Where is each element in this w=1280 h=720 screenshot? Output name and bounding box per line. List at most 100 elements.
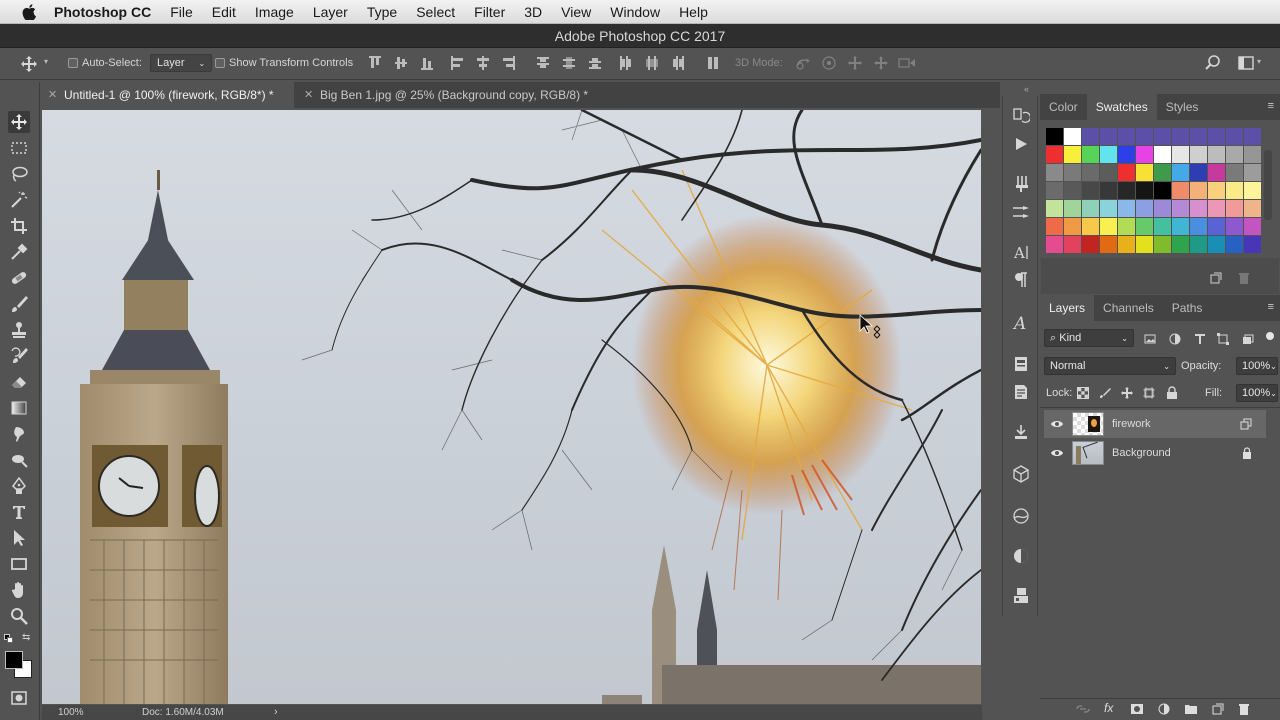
healing-brush-tool[interactable]	[8, 267, 30, 289]
actions-panel-icon[interactable]	[1011, 134, 1031, 154]
menu-view[interactable]: View	[561, 4, 591, 20]
distribute-left-icon[interactable]	[618, 55, 632, 71]
color-swatch[interactable]	[1118, 146, 1135, 163]
collapse-panel-icon[interactable]: «	[1024, 84, 1029, 94]
color-swatch[interactable]	[1118, 182, 1135, 199]
color-swatch[interactable]	[1064, 128, 1081, 145]
auto-select-checkbox[interactable]: Auto-Select:	[68, 57, 142, 69]
color-swatch[interactable]	[1046, 236, 1063, 253]
panel-menu-icon[interactable]: ≡	[1268, 301, 1274, 313]
auto-select-dropdown[interactable]: Layer ⌄	[150, 54, 213, 72]
rectangle-tool[interactable]	[8, 553, 30, 575]
color-swatch[interactable]	[1154, 218, 1171, 235]
color-swatch[interactable]	[1244, 146, 1261, 163]
chevron-down-icon[interactable]: ▾	[44, 57, 48, 66]
glyphs-panel-icon[interactable]: A	[1011, 312, 1031, 332]
quick-mask-button[interactable]	[8, 687, 30, 709]
color-swatch[interactable]	[1226, 182, 1243, 199]
color-swatch[interactable]	[1136, 128, 1153, 145]
filter-shape-icon[interactable]	[1217, 333, 1229, 345]
color-swatch[interactable]	[1154, 200, 1171, 217]
tab-swatches[interactable]: Swatches	[1086, 94, 1157, 120]
color-swatch[interactable]	[1244, 236, 1261, 253]
move-tool-preset-icon[interactable]	[20, 55, 38, 73]
color-swatch[interactable]	[1190, 200, 1207, 217]
menu-help[interactable]: Help	[679, 4, 708, 20]
color-swatch[interactable]	[1154, 236, 1171, 253]
menu-layer[interactable]: Layer	[313, 4, 348, 20]
align-bottom-edges-icon[interactable]	[420, 55, 434, 71]
marquee-tool[interactable]	[8, 137, 30, 159]
layer-row-firework[interactable]: firework	[1044, 410, 1266, 438]
layer-name[interactable]: Background	[1112, 447, 1171, 459]
color-swatch[interactable]	[1118, 128, 1135, 145]
new-layer-icon[interactable]	[1212, 703, 1224, 715]
chevron-right-icon[interactable]: ›	[274, 705, 278, 720]
color-swatch[interactable]	[1208, 164, 1225, 181]
swap-colors-icon[interactable]: ⇆	[22, 632, 30, 643]
color-swatch[interactable]	[1064, 182, 1081, 199]
quick-selection-tool[interactable]	[8, 189, 30, 211]
menu-edit[interactable]: Edit	[212, 4, 236, 20]
color-swatch[interactable]	[1172, 200, 1189, 217]
color-swatch[interactable]	[1100, 164, 1117, 181]
menu-type[interactable]: Type	[367, 4, 397, 20]
color-swatch[interactable]	[1082, 128, 1099, 145]
lock-all-icon[interactable]	[1166, 386, 1178, 399]
color-swatch[interactable]	[1118, 218, 1135, 235]
color-swatch[interactable]	[1208, 236, 1225, 253]
brush-settings-icon[interactable]	[1011, 174, 1031, 194]
color-swatch[interactable]	[1136, 218, 1153, 235]
history-panel-icon[interactable]	[1011, 106, 1031, 126]
menu-filter[interactable]: Filter	[474, 4, 505, 20]
align-right-edges-icon[interactable]	[502, 55, 516, 71]
color-swatch[interactable]	[1172, 218, 1189, 235]
color-swatch[interactable]	[1226, 200, 1243, 217]
color-swatch[interactable]	[1190, 146, 1207, 163]
eraser-tool[interactable]	[8, 371, 30, 393]
fill-field[interactable]: 100% ⌄	[1236, 384, 1278, 402]
color-swatch[interactable]	[1208, 218, 1225, 235]
distribute-horizontal-centers-icon[interactable]	[644, 55, 658, 71]
new-swatch-icon[interactable]	[1210, 272, 1222, 284]
swatches-scrollbar[interactable]	[1264, 150, 1272, 220]
lock-position-icon[interactable]	[1121, 387, 1133, 399]
tab-big-ben[interactable]: ✕ Big Ben 1.jpg @ 25% (Background copy, …	[296, 82, 606, 108]
menu-3d[interactable]: 3D	[524, 4, 542, 20]
color-swatch[interactable]	[1136, 146, 1153, 163]
tab-paths[interactable]: Paths	[1163, 295, 1212, 321]
color-swatch[interactable]	[1172, 182, 1189, 199]
notes-panel-icon[interactable]	[1011, 382, 1031, 402]
color-swatch[interactable]	[1244, 128, 1261, 145]
color-swatch[interactable]	[1082, 146, 1099, 163]
color-swatch[interactable]	[1100, 236, 1117, 253]
clone-stamp-tool[interactable]	[8, 319, 30, 341]
color-swatch[interactable]	[1118, 164, 1135, 181]
color-swatch[interactable]	[1172, 146, 1189, 163]
auto-align-layers-icon[interactable]	[706, 55, 720, 71]
tab-styles[interactable]: Styles	[1157, 94, 1208, 120]
align-top-edges-icon[interactable]	[368, 55, 382, 71]
color-swatch[interactable]	[1064, 218, 1081, 235]
adjustment-layer-icon[interactable]	[1158, 703, 1170, 715]
color-swatch[interactable]	[1244, 218, 1261, 235]
brush-presets-icon[interactable]	[1011, 202, 1031, 222]
show-transform-checkbox[interactable]: Show Transform Controls	[215, 57, 353, 69]
color-swatch[interactable]	[1082, 218, 1099, 235]
distribute-top-icon[interactable]	[536, 55, 550, 71]
workspace-icon[interactable]	[1238, 56, 1254, 70]
color-swatch[interactable]	[1046, 200, 1063, 217]
align-horizontal-centers-icon[interactable]	[476, 55, 490, 71]
color-swatch[interactable]	[1082, 182, 1099, 199]
close-icon[interactable]: ✕	[304, 82, 313, 108]
color-swatch[interactable]	[1136, 236, 1153, 253]
document-canvas[interactable]	[42, 110, 981, 704]
checkbox-box[interactable]	[68, 58, 78, 68]
color-swatch[interactable]	[1172, 236, 1189, 253]
color-swatch[interactable]	[1100, 218, 1117, 235]
color-swatch[interactable]	[1154, 164, 1171, 181]
tab-color[interactable]: Color	[1040, 94, 1087, 120]
tab-channels[interactable]: Channels	[1094, 295, 1163, 321]
3d-panel-icon[interactable]	[1011, 464, 1031, 484]
color-swatch[interactable]	[1190, 164, 1207, 181]
